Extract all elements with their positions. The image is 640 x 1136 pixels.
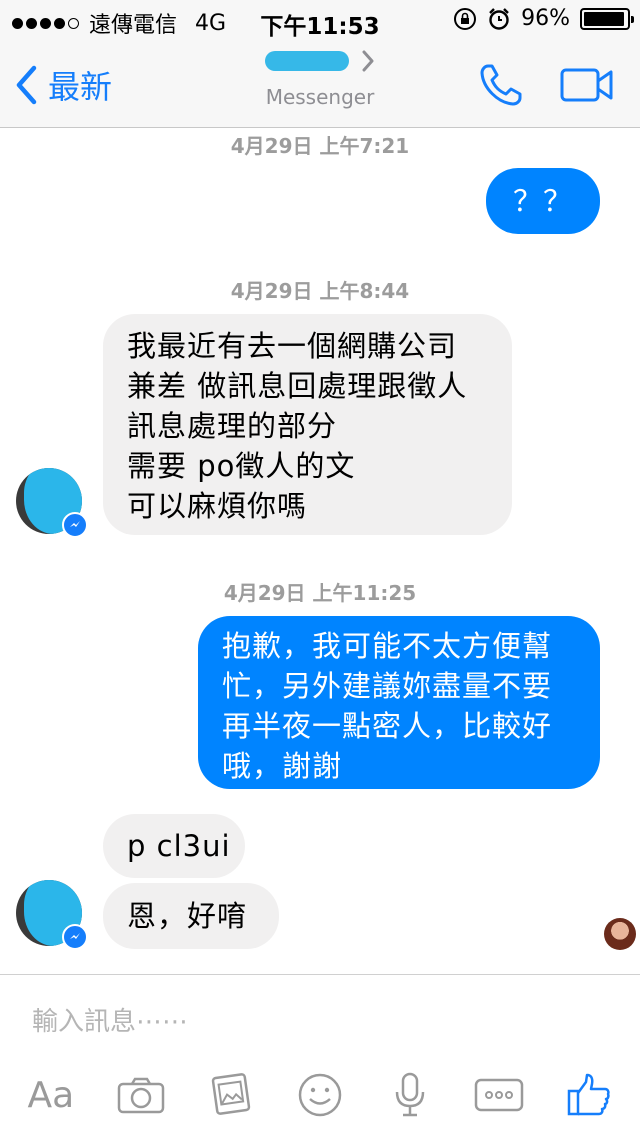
nav-actions [478,62,614,108]
status-right: 96% [453,6,634,31]
contact-name[interactable] [265,50,375,72]
emoji-icon[interactable] [290,1067,350,1123]
message-input[interactable]: 輸入訊息⋯⋯ [32,1001,188,1038]
message-bubble-incoming[interactable]: p cl3ui [103,814,245,878]
message-bubble-outgoing[interactable]: 抱歉，我可能不太方便幫 忙，另外建議妳盡量不要 再半夜一點密人，比較好 哦，謝謝 [198,616,600,789]
redacted-contact-name [265,51,349,71]
timestamp: 4月29日 上午8:44 [230,279,410,303]
battery-percent: 96% [521,6,570,31]
alarm-icon [489,7,509,30]
messenger-badge-icon [62,924,88,950]
message-line: 兼差 做訊息回處理跟徵人 [127,369,468,403]
sender-avatar[interactable] [16,880,88,950]
read-receipt-avatar [604,918,636,950]
message-line: 哦，謝謝 [222,749,343,783]
message-line: 我最近有去一個網購公司 [127,329,458,363]
status-bar: 遠傳電信 4G 下午11:53 96% [0,0,640,40]
phone-call-icon[interactable] [478,62,524,108]
composer-toolbar: Aa [0,1065,640,1125]
message-list[interactable]: 4月29日 上午7:21 ？？ 4月29日 上午8:44 我最近有去一個網購公司… [0,128,640,974]
sender-avatar[interactable] [16,468,88,538]
photo-icon[interactable] [200,1067,260,1123]
battery-fill [584,11,625,26]
message-line: 可以麻煩你嗎 [127,489,308,523]
message-text: 恩，好唷 [127,899,248,933]
composer: 輸入訊息⋯⋯ Aa [0,974,640,1136]
message-bubble-incoming[interactable]: 恩，好唷 [103,883,279,949]
signal-strength-icon [12,17,79,29]
message-bubble-incoming[interactable]: 我最近有去一個網購公司 兼差 做訊息回處理跟徵人 訊息處理的部分 需要 po徵人… [103,314,512,535]
more-icon[interactable] [469,1067,529,1123]
message-line: 忙，另外建議妳盡量不要 [222,669,553,703]
battery-icon [580,7,634,30]
message-line: 再半夜一點密人，比較好 [222,709,553,743]
message-line: 需要 po徵人的文 [127,449,356,483]
message-bubble-outgoing[interactable]: ？？ [486,168,600,234]
rotation-lock-icon [454,7,477,30]
camera-icon[interactable] [111,1067,171,1123]
chevron-right-icon [362,50,374,72]
network-type: 4G [195,10,227,36]
microphone-icon[interactable] [380,1067,440,1123]
status-left: 遠傳電信 4G [12,7,226,39]
like-icon[interactable] [559,1067,619,1123]
timestamp: 4月29日 上午7:21 [230,134,410,158]
message-text: p cl3ui [127,829,231,863]
video-call-icon[interactable] [560,67,614,103]
nav-bar: 最新 Messenger [0,40,640,128]
text-format-icon[interactable]: Aa [21,1067,81,1123]
timestamp: 4月29日 上午11:25 [223,581,417,605]
message-line: 抱歉，我可能不太方便幫 [222,629,553,663]
text-format-label: Aa [27,1074,75,1116]
messenger-badge-icon [62,512,88,538]
carrier-name: 遠傳電信 [89,13,178,38]
message-line: 訊息處理的部分 [127,409,338,443]
message-text: ？？ [512,184,573,218]
